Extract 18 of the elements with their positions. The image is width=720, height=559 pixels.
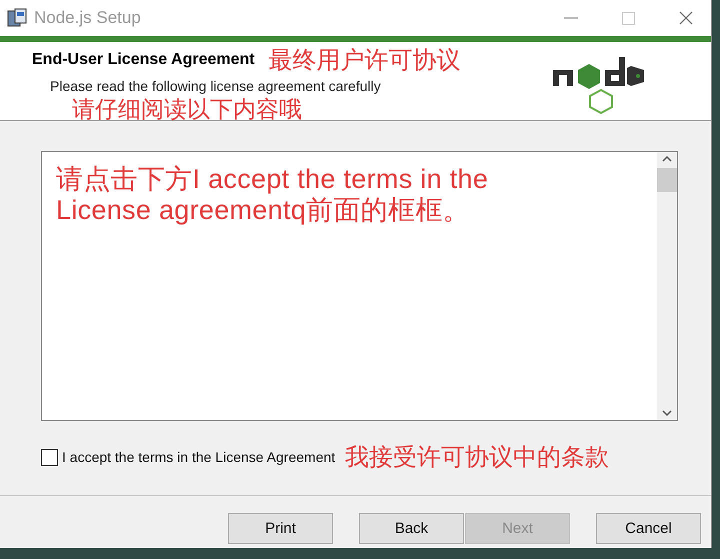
- dialog-button[interactable]: Back: [359, 513, 464, 544]
- window-title: Node.js Setup: [34, 8, 141, 28]
- annotation-text: 我接受许可协议中的条款: [345, 443, 610, 473]
- scrollbar[interactable]: [657, 152, 677, 420]
- installer-icon: [6, 7, 28, 29]
- maximize-icon: [622, 12, 635, 24]
- dialog-button[interactable]: Print: [228, 513, 333, 544]
- page-subtitle: Please read the following license agreement carefully: [50, 78, 382, 94]
- dialog-button[interactable]: Cancel: [596, 513, 701, 544]
- annotation-text: 最终用户许可协议: [268, 46, 461, 76]
- accept-checkbox[interactable]: [41, 448, 58, 466]
- annotation-text: 请仔细阅读以下内容哦: [72, 95, 303, 124]
- checkbox-label[interactable]: I accept the terms in the License Agreement: [62, 449, 336, 465]
- license-text: 请点击下方I accept the terms in the License agreementq前面的框框。: [55, 163, 490, 227]
- close-icon[interactable]: [679, 11, 693, 25]
- minimize-icon[interactable]: [564, 17, 578, 19]
- scroll-thumb[interactable]: [657, 168, 677, 192]
- page-heading: End-User License Agreement: [32, 51, 255, 69]
